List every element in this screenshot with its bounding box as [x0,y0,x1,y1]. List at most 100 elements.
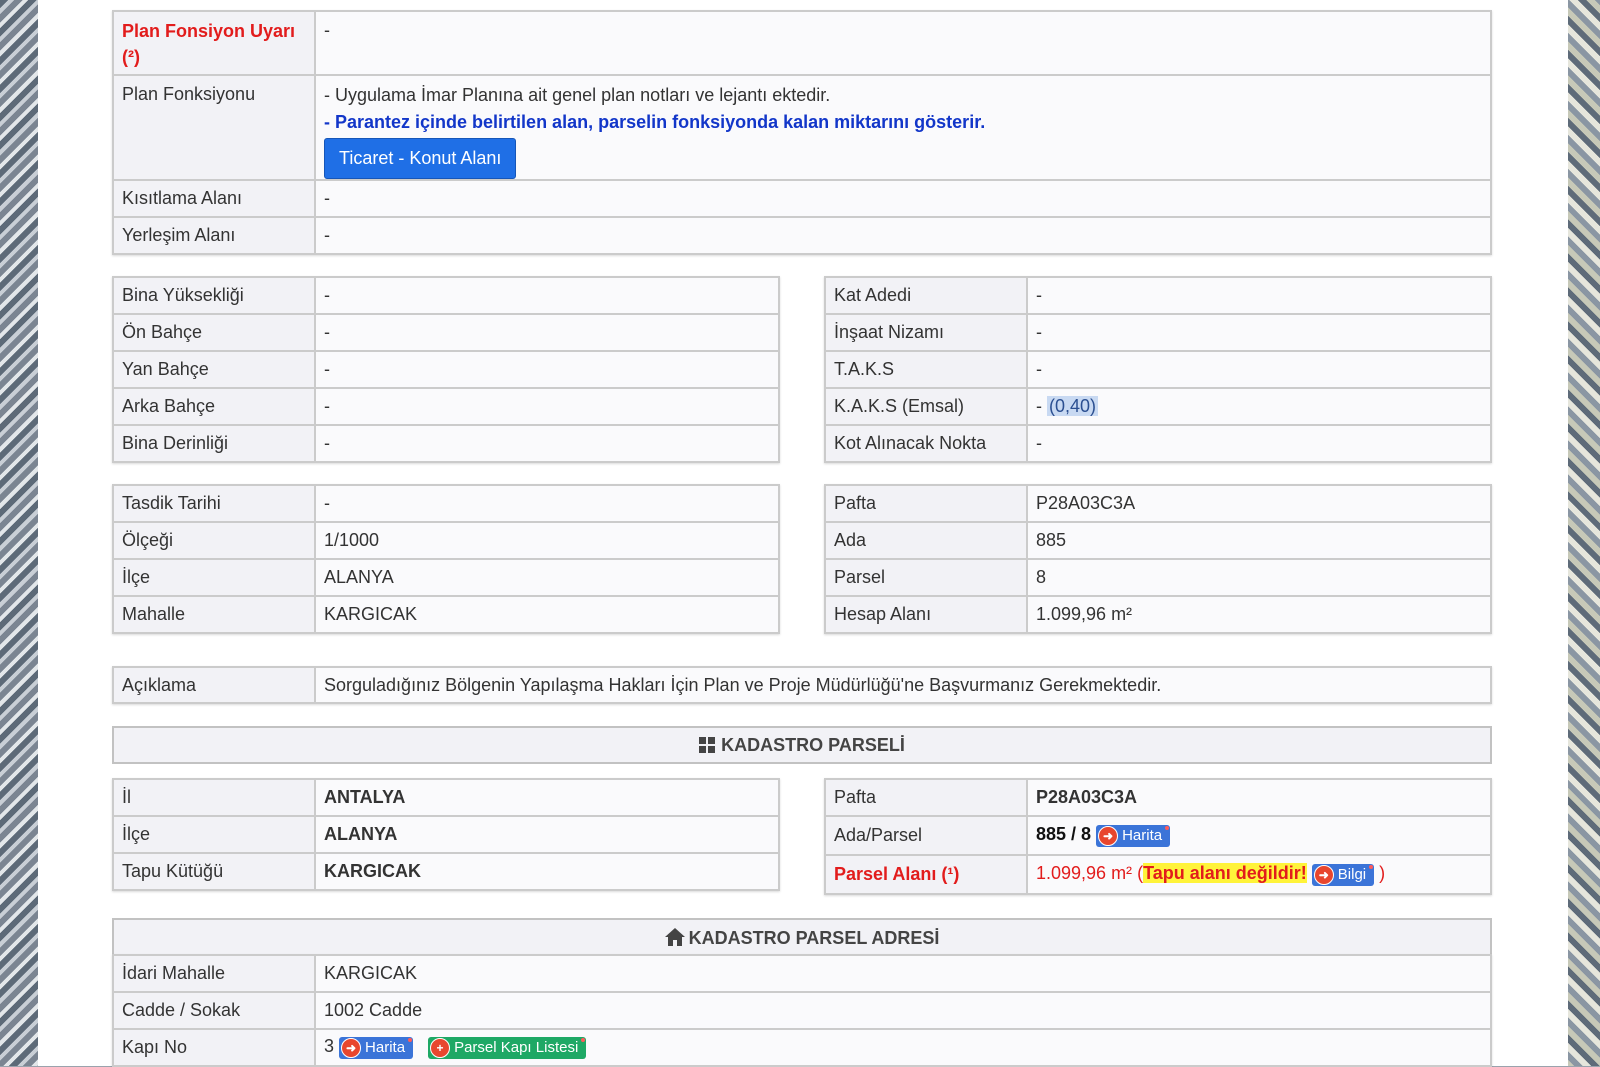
plan-function-note2: - Parantez içinde belirtilen alan, parse… [324,112,986,132]
table-row: İlçe ALANYA [112,815,780,854]
plan-warning-ref[interactable]: (²) [122,47,140,67]
plan-function-note1: - Uygulama İmar Planına ait genel plan n… [324,85,831,105]
area-label-cell: Parsel Alanı (¹) [824,854,1028,895]
home-icon [664,928,685,946]
row-value: - [314,484,780,523]
pafta-label: Pafta [824,778,1028,817]
map-marker-icon: ➜ [1098,825,1119,846]
badge-dot [581,1037,586,1042]
row-label: Yan Bahçe [112,350,316,389]
table-row: Cadde / Sokak 1002 Cadde [112,991,1492,1030]
area-ref[interactable]: (¹) [941,864,959,884]
area-close: ) [1379,863,1386,884]
kapi-list-label: Parsel Kapı Listesi [454,1039,579,1057]
table-row: Parsel Alanı (¹) 1.099,96 m² (Tapu alanı… [824,854,1492,895]
info-icon: ➜ [1313,864,1334,885]
kaks-value: (0,40) [1047,396,1099,416]
row-label: Tasdik Tarihi [112,484,316,523]
row-value: ALANYA [314,558,780,597]
row-value: - [314,313,780,352]
table-row: Kısıtlama Alanı - [112,179,1492,218]
cadastre-header: KADASTRO PARSELİ [112,726,1492,764]
plan-function-button[interactable]: Ticaret - Konut Alanı [324,138,517,178]
cadastre-right-table: Pafta P28A03C3A Ada/Parsel 885 / 8 ➜ Har… [824,778,1492,895]
background-right [1566,0,1600,1066]
plan-function-label: Plan Fonksiyonu [112,74,316,181]
settlement-label: Yerleşim Alanı [112,216,316,255]
table-row: Tapu Kütüğü KARGICAK [112,852,780,891]
row-label: İlçe [112,558,316,597]
table-row: İl ANTALYA [112,778,780,817]
table-row: Açıklama Sorguladığınız Bölgenin Yapılaş… [112,666,1492,704]
kaks-cell: - (0,40) [1026,387,1492,426]
row-label: Bina Derinliği [112,424,316,463]
table-row: İdari Mahalle KARGICAK [112,954,1492,993]
table-row: Ada/Parsel 885 / 8 ➜ Harita [824,815,1492,856]
bilgi-button[interactable]: ➜ Bilgi [1311,863,1375,886]
table-row: Kapı No 3 ➜ Harita + Parsel Kapı Listesi [112,1028,1492,1067]
restriction-value: - [314,179,1492,218]
address-title: KADASTRO PARSEL ADRESİ [688,928,940,948]
cadastre-left-table: İl ANTALYA İlçe ALANYA Tapu Kütüğü KARGI… [112,778,780,891]
bilgi-button-label: Bilgi [1337,866,1367,884]
kaks-label: K.A.K.S (Emsal) [824,387,1028,426]
badge-dot [1369,864,1374,869]
adaparsel-label: Ada/Parsel [824,815,1028,856]
plan-warning-label-cell: Plan Fonsiyon Uyarı (²) [112,10,316,76]
row-label: Parsel [824,558,1028,597]
adaparsel-value: 885 / 8 [1036,824,1092,845]
table-row: Plan Fonsiyon Uyarı (²) - [112,10,1492,76]
plan-function-cell: - Uygulama İmar Planına ait genel plan n… [314,74,1492,181]
adaparsel-cell: 885 / 8 ➜ Harita [1026,815,1492,856]
row-label: Ada [824,521,1028,560]
table-row: Mahalle KARGICAK [112,595,780,634]
harita-button[interactable]: ➜ Harita [1096,824,1171,847]
plus-icon: + [430,1037,451,1058]
kapi-list-button[interactable]: + Parsel Kapı Listesi [428,1036,587,1059]
table-row: İnşaat Nizamı - [824,313,1492,352]
il-label: İl [112,778,316,817]
description-value: Sorguladığınız Bölgenin Yapılaşma Haklar… [314,666,1492,704]
nizam-value: - [1026,313,1492,352]
cadde-value: 1002 Cadde [314,991,1492,1030]
area-value: 1.099,96 m² [1036,863,1133,884]
description-label: Açıklama [112,666,316,704]
table-row: Bina Derinliği - [112,424,780,463]
settlement-value: - [314,216,1492,255]
harita-button-label: Harita [1122,827,1163,845]
row-value: 8 [1026,558,1492,597]
row-label: Mahalle [112,595,316,634]
row-label: Bina Yüksekliği [112,276,316,315]
address-harita-label: Harita [365,1039,406,1057]
row-value: P28A03C3A [1026,484,1492,523]
table-row: Parsel 8 [824,558,1492,597]
table-row: K.A.K.S (Emsal) - (0,40) [824,387,1492,426]
address-table: İdari Mahalle KARGICAK Cadde / Sokak 100… [112,954,1492,1067]
approval-right-table: Pafta P28A03C3A Ada 885 Parsel 8 Hesap A… [824,484,1492,634]
il-value: ANTALYA [314,778,780,817]
row-value: 1/1000 [314,521,780,560]
page-content: Plan Fonsiyon Uyarı (²) - Plan Fonksiyon… [38,0,1568,1067]
row-value: - [314,424,780,463]
address-harita-button[interactable]: ➜ Harita [339,1036,414,1059]
map-marker-icon: ➜ [341,1037,362,1058]
row-value: - [314,387,780,426]
row-label: Ölçeği [112,521,316,560]
badge-dot [408,1037,413,1042]
area-warning: Tapu alanı değildir! [1143,863,1307,884]
table-row: Pafta P28A03C3A [824,484,1492,523]
row-label: Hesap Alanı [824,595,1028,634]
row-value: 1.099,96 m² [1026,595,1492,634]
tapu-label: Tapu Kütüğü [112,852,316,891]
tapu-value: KARGICAK [314,852,780,891]
row-label: Ön Bahçe [112,313,316,352]
taks-label: T.A.K.S [824,350,1028,389]
table-row: Ön Bahçe - [112,313,780,352]
restriction-label: Kısıtlama Alanı [112,179,316,218]
table-row: Arka Bahçe - [112,387,780,426]
table-row: Ölçeği 1/1000 [112,521,780,560]
row-label: Arka Bahçe [112,387,316,426]
ilce-value: ALANYA [314,815,780,854]
row-label: Pafta [824,484,1028,523]
kapi-cell: 3 ➜ Harita + Parsel Kapı Listesi [314,1028,1492,1067]
